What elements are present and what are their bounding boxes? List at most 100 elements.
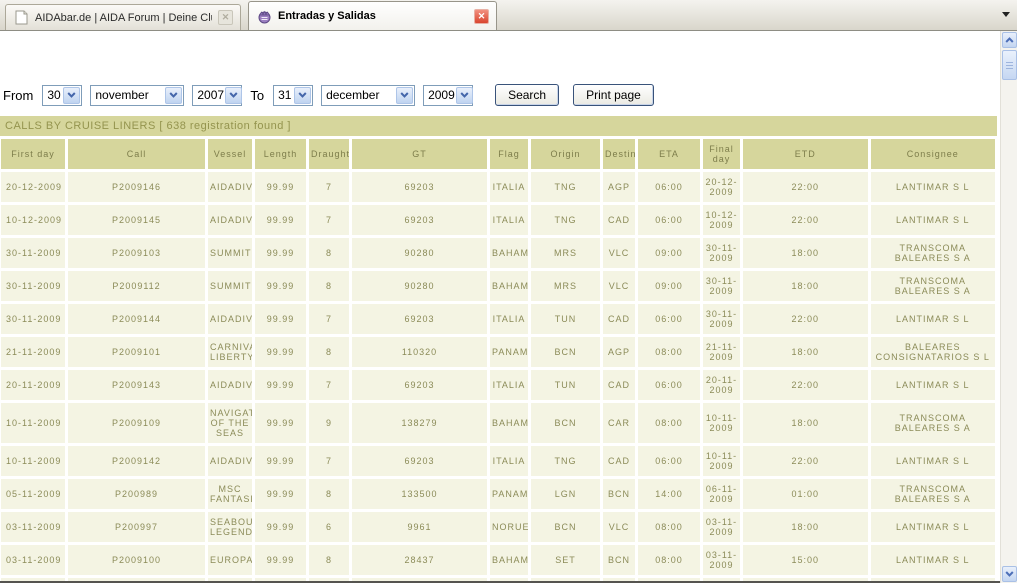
cell-etd: 22:00 [743,446,868,476]
column-header[interactable]: Consignee [871,139,996,169]
chevron-down-icon[interactable] [1000,10,1012,20]
cell-length: 99.99 [255,479,306,509]
column-header[interactable]: Length [255,139,306,169]
table-row: 20-11-2009 P2009143 AIDADIVA 99.99 7 692… [1,370,995,400]
cell-draught: 6 [309,512,349,542]
cell-call: P2009109 [68,403,205,443]
search-button[interactable]: Search [495,84,559,106]
cell-consignee: TRANSCOMA BALEARES S A [871,238,996,268]
cell-origin: MRS [531,271,600,301]
cell-consignee: TRANSCOMA BALEARES S A [871,403,996,443]
cell-final-day: 20-12-2009 [703,172,740,202]
cell-etd: 18:00 [743,512,868,542]
cell-eta: 14:00 [638,479,700,509]
cell-vessel: EUROPA [208,545,252,575]
cell-destination: CAD [603,205,635,235]
cell-destination: BCN [603,545,635,575]
column-header[interactable]: Flag [490,139,528,169]
cell-vessel: AIDADIVA [208,172,252,202]
cell-draught: 7 [309,370,349,400]
cell-call: P2009144 [68,304,205,334]
cell-destination: BCN [603,479,635,509]
table-row: 10-11-2009 P2009109 NAVIGATOR OF THE SEA… [1,403,995,443]
cell-gt: 69203 [352,370,487,400]
cell-call: P2009112 [68,271,205,301]
chevron-down-icon [225,87,242,104]
tab-aidabar[interactable]: AIDAbar.de | AIDA Forum | Deine Clu... ✕ [5,4,241,30]
cell-first-day: 03-11-2009 [1,545,65,575]
table-row: 30-11-2009 P2009103 SUMMIT 99.99 8 90280… [1,238,995,268]
cell-destination: AGP [603,172,635,202]
cell-origin: SET [531,545,600,575]
cell-vessel: NAVIGATOR OF THE SEAS [208,403,252,443]
cell-vessel: SUMMIT [208,238,252,268]
table-row: 10-11-2009 P2009142 AIDADIVA 99.99 7 692… [1,446,995,476]
cell-gt: 69203 [352,304,487,334]
column-header[interactable]: Call [68,139,205,169]
from-month-value: november [95,88,148,102]
cell-etd: 18:00 [743,238,868,268]
table-header-row: First dayCallVesselLengthDraughtGTFlagOr… [1,139,995,169]
print-page-button[interactable]: Print page [573,84,654,106]
tab-label: AIDAbar.de | AIDA Forum | Deine Clu... [35,12,212,24]
cell-draught: 8 [309,271,349,301]
cell-final-day: 20-11-2009 [703,370,740,400]
column-header[interactable]: First day [1,139,65,169]
cell-gt: 90280 [352,271,487,301]
cell-first-day: 10-12-2009 [1,205,65,235]
scroll-up-button[interactable] [1002,32,1017,48]
cell-origin: TNG [531,172,600,202]
table-row: 03-11-2009 P2009100 EUROPA 99.99 8 28437… [1,545,995,575]
column-header[interactable]: ETD [743,139,868,169]
chevron-down-icon [165,87,182,104]
column-header[interactable]: Vessel [208,139,252,169]
cell-consignee: LANTIMAR S L [871,205,996,235]
cell-final-day: 30-11-2009 [703,304,740,334]
cell-vessel: MSC FANTASIA [208,479,252,509]
column-header[interactable]: Final day [703,139,740,169]
column-header[interactable]: ETA [638,139,700,169]
cell-origin: BCN [531,337,600,367]
cell-first-day: 30-11-2009 [1,271,65,301]
cell-first-day: 20-12-2009 [1,172,65,202]
scrollbar-thumb[interactable] [1002,50,1017,80]
from-year-select[interactable]: 2007 [192,85,242,106]
cell-call: P200989 [68,479,205,509]
cell-flag: PANAMA [490,479,528,509]
cell-length: 99.99 [255,271,306,301]
cell-draught: 8 [309,238,349,268]
scroll-down-button[interactable] [1002,566,1017,582]
to-year-select[interactable]: 2009 [423,85,473,106]
cell-flag: BAHAMAS [490,403,528,443]
table-row: 21-11-2009 P2009101 CARNIVAL LIBERTY 99.… [1,337,995,367]
column-header[interactable]: Origin [531,139,600,169]
from-day-select[interactable]: 30 [42,85,82,106]
cell-first-day: 10-11-2009 [1,403,65,443]
to-month-select[interactable]: december [321,85,415,106]
cell-first-day: 10-11-2009 [1,446,65,476]
close-icon[interactable]: ✕ [218,10,233,25]
to-day-select[interactable]: 31 [273,85,313,106]
table-row: 20-12-2009 P2009146 AIDADIVA 99.99 7 692… [1,172,995,202]
vertical-scrollbar[interactable] [1000,31,1017,583]
cell-etd: 22:00 [743,172,868,202]
cell-origin: TNG [531,205,600,235]
cell-draught: 7 [309,172,349,202]
cell-length: 99.99 [255,545,306,575]
close-icon[interactable]: ✕ [474,9,489,24]
cell-origin: LGN [531,479,600,509]
cell-draught: 7 [309,304,349,334]
cell-call: P2009103 [68,238,205,268]
cell-etd: 18:00 [743,403,868,443]
chevron-down-icon [1005,571,1014,577]
cell-flag: PANAMA [490,337,528,367]
tab-entradas[interactable]: Entradas y Salidas ✕ [248,1,497,30]
cell-call: P200997 [68,512,205,542]
column-header[interactable]: GT [352,139,487,169]
chevron-up-icon [1005,37,1014,43]
cell-vessel: SUMMIT [208,271,252,301]
cell-eta: 09:00 [638,271,700,301]
from-month-select[interactable]: november [90,85,184,106]
column-header[interactable]: Destination [603,139,635,169]
column-header[interactable]: Draught [309,139,349,169]
